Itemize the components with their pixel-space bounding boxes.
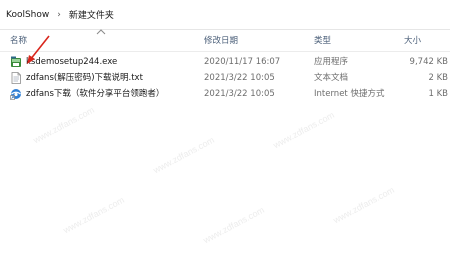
- file-date: 2021/3/22 10:05: [204, 73, 275, 83]
- text-document-icon: [10, 72, 22, 84]
- file-row[interactable]: ksdemosetup244.exe 2020/11/17 16:07 应用程序…: [0, 54, 450, 70]
- watermark-text: www.zdfans.com: [271, 109, 336, 151]
- file-name-cell: zdfans(解压密码)下载说明.txt: [10, 70, 200, 86]
- file-row[interactable]: zdfans下载（软件分享平台领跑者） 2021/3/22 10:05 Inte…: [0, 86, 450, 102]
- watermark-text: www.zdfans.com: [201, 204, 266, 246]
- watermark-text: www.zdfans.com: [31, 104, 96, 146]
- file-explorer-window: KoolShow › 新建文件夹 名称 修改日期 类型 大小 ksdemoset…: [0, 0, 450, 276]
- internet-shortcut-icon: [10, 88, 22, 100]
- file-row[interactable]: zdfans(解压密码)下载说明.txt 2021/3/22 10:05 文本文…: [0, 70, 450, 86]
- file-list: ksdemosetup244.exe 2020/11/17 16:07 应用程序…: [0, 54, 450, 102]
- file-name: ksdemosetup244.exe: [26, 57, 118, 67]
- address-bar[interactable]: KoolShow › 新建文件夹: [0, 0, 450, 30]
- file-type: 应用程序: [314, 57, 349, 67]
- file-name: zdfans下载（软件分享平台领跑者）: [26, 89, 165, 99]
- file-size: 2 KB: [428, 73, 448, 83]
- column-header-type[interactable]: 类型: [314, 30, 394, 52]
- file-name-cell: zdfans下载（软件分享平台领跑者）: [10, 86, 200, 102]
- column-header-size[interactable]: 大小: [404, 30, 450, 52]
- file-date: 2021/3/22 10:05: [204, 89, 275, 99]
- exe-installer-icon: [10, 56, 22, 68]
- file-size: 9,742 KB: [409, 57, 448, 67]
- column-header-row: 名称 修改日期 类型 大小: [0, 30, 450, 52]
- breadcrumb-item-koolshow[interactable]: KoolShow: [6, 10, 49, 20]
- file-type: Internet 快捷方式: [314, 89, 385, 99]
- file-size: 1 KB: [428, 89, 448, 99]
- watermark-text: www.zdfans.com: [331, 184, 396, 226]
- column-header-date[interactable]: 修改日期: [204, 30, 304, 52]
- file-name: zdfans(解压密码)下载说明.txt: [26, 73, 143, 83]
- watermark-text: www.zdfans.com: [61, 194, 126, 236]
- file-type: 文本文档: [314, 73, 349, 83]
- breadcrumb-item-current-folder[interactable]: 新建文件夹: [69, 8, 114, 21]
- sort-chevron-icon: [96, 29, 106, 35]
- watermark-text: www.zdfans.com: [151, 134, 216, 176]
- file-name-cell: ksdemosetup244.exe: [10, 54, 200, 70]
- breadcrumb-separator-icon[interactable]: ›: [57, 10, 61, 20]
- file-date: 2020/11/17 16:07: [204, 57, 281, 67]
